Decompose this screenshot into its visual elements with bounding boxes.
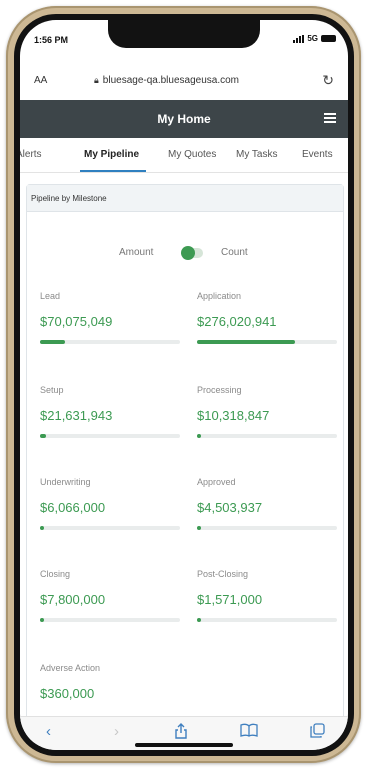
signal-icon <box>293 34 305 43</box>
milestone-value: $276,020,941 <box>197 314 277 329</box>
url-text: bluesage-qa.bluesageusa.com <box>102 74 240 86</box>
milestone-progress <box>197 526 337 530</box>
tab-my-tasks[interactable]: My Tasks <box>236 149 278 160</box>
milestone-value: $70,075,049 <box>40 314 113 329</box>
milestone-label: Adverse Action <box>40 663 101 673</box>
milestone-progress-fill <box>40 618 45 622</box>
pipeline-panel: Pipeline by Milestone Amount Count Lead … <box>26 184 344 746</box>
milestone-label: Processing <box>197 385 242 395</box>
milestone-progress-fill <box>40 434 46 438</box>
milestone-value: $10,318,847 <box>197 408 270 423</box>
milestone-label: Closing <box>40 569 71 579</box>
milestone-value: $360,000 <box>40 686 95 701</box>
tab-bar: Alerts My Pipeline My Quotes My Tasks Ev… <box>20 138 348 173</box>
text-size-button[interactable]: AA <box>34 75 47 86</box>
milestone-label: Application <box>197 291 242 301</box>
reload-icon[interactable]: ↻ <box>322 72 334 89</box>
back-icon[interactable]: ‹ <box>46 723 51 740</box>
tab-my-pipeline[interactable]: My Pipeline <box>84 149 139 160</box>
milestone-progress <box>40 618 180 622</box>
milestone-label: Post-Closing <box>197 569 249 579</box>
milestone-progress <box>40 526 180 530</box>
browser-url-bar: AA 🔒︎ bluesage-qa.bluesageusa.com ↻ <box>20 60 348 100</box>
milestone-progress-fill <box>197 526 202 530</box>
milestone-application[interactable]: Application $276,020,941 <box>197 291 337 344</box>
milestone-value: $6,066,000 <box>40 500 106 515</box>
active-tab-indicator <box>80 170 146 172</box>
milestone-value: $4,503,937 <box>197 500 263 515</box>
milestone-closing[interactable]: Closing $7,800,000 <box>40 569 180 622</box>
lock-icon: 🔒︎ <box>94 74 99 85</box>
milestone-progress-fill <box>40 340 66 344</box>
network-label: 5G <box>307 34 318 43</box>
notch <box>108 20 260 48</box>
milestone-adverse-action[interactable]: Adverse Action $360,000 <box>40 663 180 701</box>
milestone-progress-fill <box>197 618 201 622</box>
milestone-setup[interactable]: Setup $21,631,943 <box>40 385 180 438</box>
milestone-value: $21,631,943 <box>40 408 113 423</box>
status-indicators: 5G <box>293 34 336 43</box>
battery-icon <box>321 35 336 42</box>
milestone-approved[interactable]: Approved $4,503,937 <box>197 477 337 530</box>
milestone-label: Lead <box>40 291 61 301</box>
milestone-progress <box>40 434 180 438</box>
tabs-icon[interactable] <box>310 723 325 742</box>
toggle-switch[interactable] <box>181 246 203 260</box>
panel-title: Pipeline by Milestone <box>27 185 343 212</box>
milestone-progress-fill <box>197 340 295 344</box>
milestone-label: Approved <box>197 477 236 487</box>
toggle-knob <box>181 246 195 260</box>
milestone-lead[interactable]: Lead $70,075,049 <box>40 291 180 344</box>
milestone-value: $1,571,000 <box>197 592 263 607</box>
app-header: My Home <box>20 100 348 138</box>
milestone-value: $7,800,000 <box>40 592 106 607</box>
milestone-progress <box>197 434 337 438</box>
milestone-progress-fill <box>40 526 45 530</box>
page-title: My Home <box>157 112 211 126</box>
bookmarks-icon[interactable] <box>240 723 258 741</box>
amount-count-toggle: Amount Count <box>27 245 343 261</box>
forward-icon[interactable]: › <box>114 723 119 740</box>
address-field[interactable]: 🔒︎ bluesage-qa.bluesageusa.com <box>94 75 239 86</box>
screen: 1:56 PM 5G AA 🔒︎ bluesage-qa.bluesageusa… <box>20 20 348 750</box>
milestone-post-closing[interactable]: Post-Closing $1,571,000 <box>197 569 337 622</box>
toggle-count-label[interactable]: Count <box>221 247 248 258</box>
tab-alerts[interactable]: Alerts <box>20 149 42 160</box>
tab-events[interactable]: Events <box>302 149 333 160</box>
safari-toolbar: ‹ › <box>20 716 348 750</box>
milestone-label: Setup <box>40 385 64 395</box>
milestone-label: Underwriting <box>40 477 91 487</box>
milestone-progress <box>197 618 337 622</box>
menu-icon[interactable] <box>324 113 336 123</box>
share-icon[interactable] <box>174 723 188 743</box>
milestone-processing[interactable]: Processing $10,318,847 <box>197 385 337 438</box>
milestone-progress <box>197 340 337 344</box>
status-time: 1:56 PM <box>34 35 69 45</box>
milestone-progress <box>40 340 180 344</box>
tab-my-quotes[interactable]: My Quotes <box>168 149 216 160</box>
milestone-underwriting[interactable]: Underwriting $6,066,000 <box>40 477 180 530</box>
milestone-progress-fill <box>197 434 202 438</box>
toggle-amount-label[interactable]: Amount <box>119 247 153 258</box>
home-indicator <box>135 743 233 747</box>
